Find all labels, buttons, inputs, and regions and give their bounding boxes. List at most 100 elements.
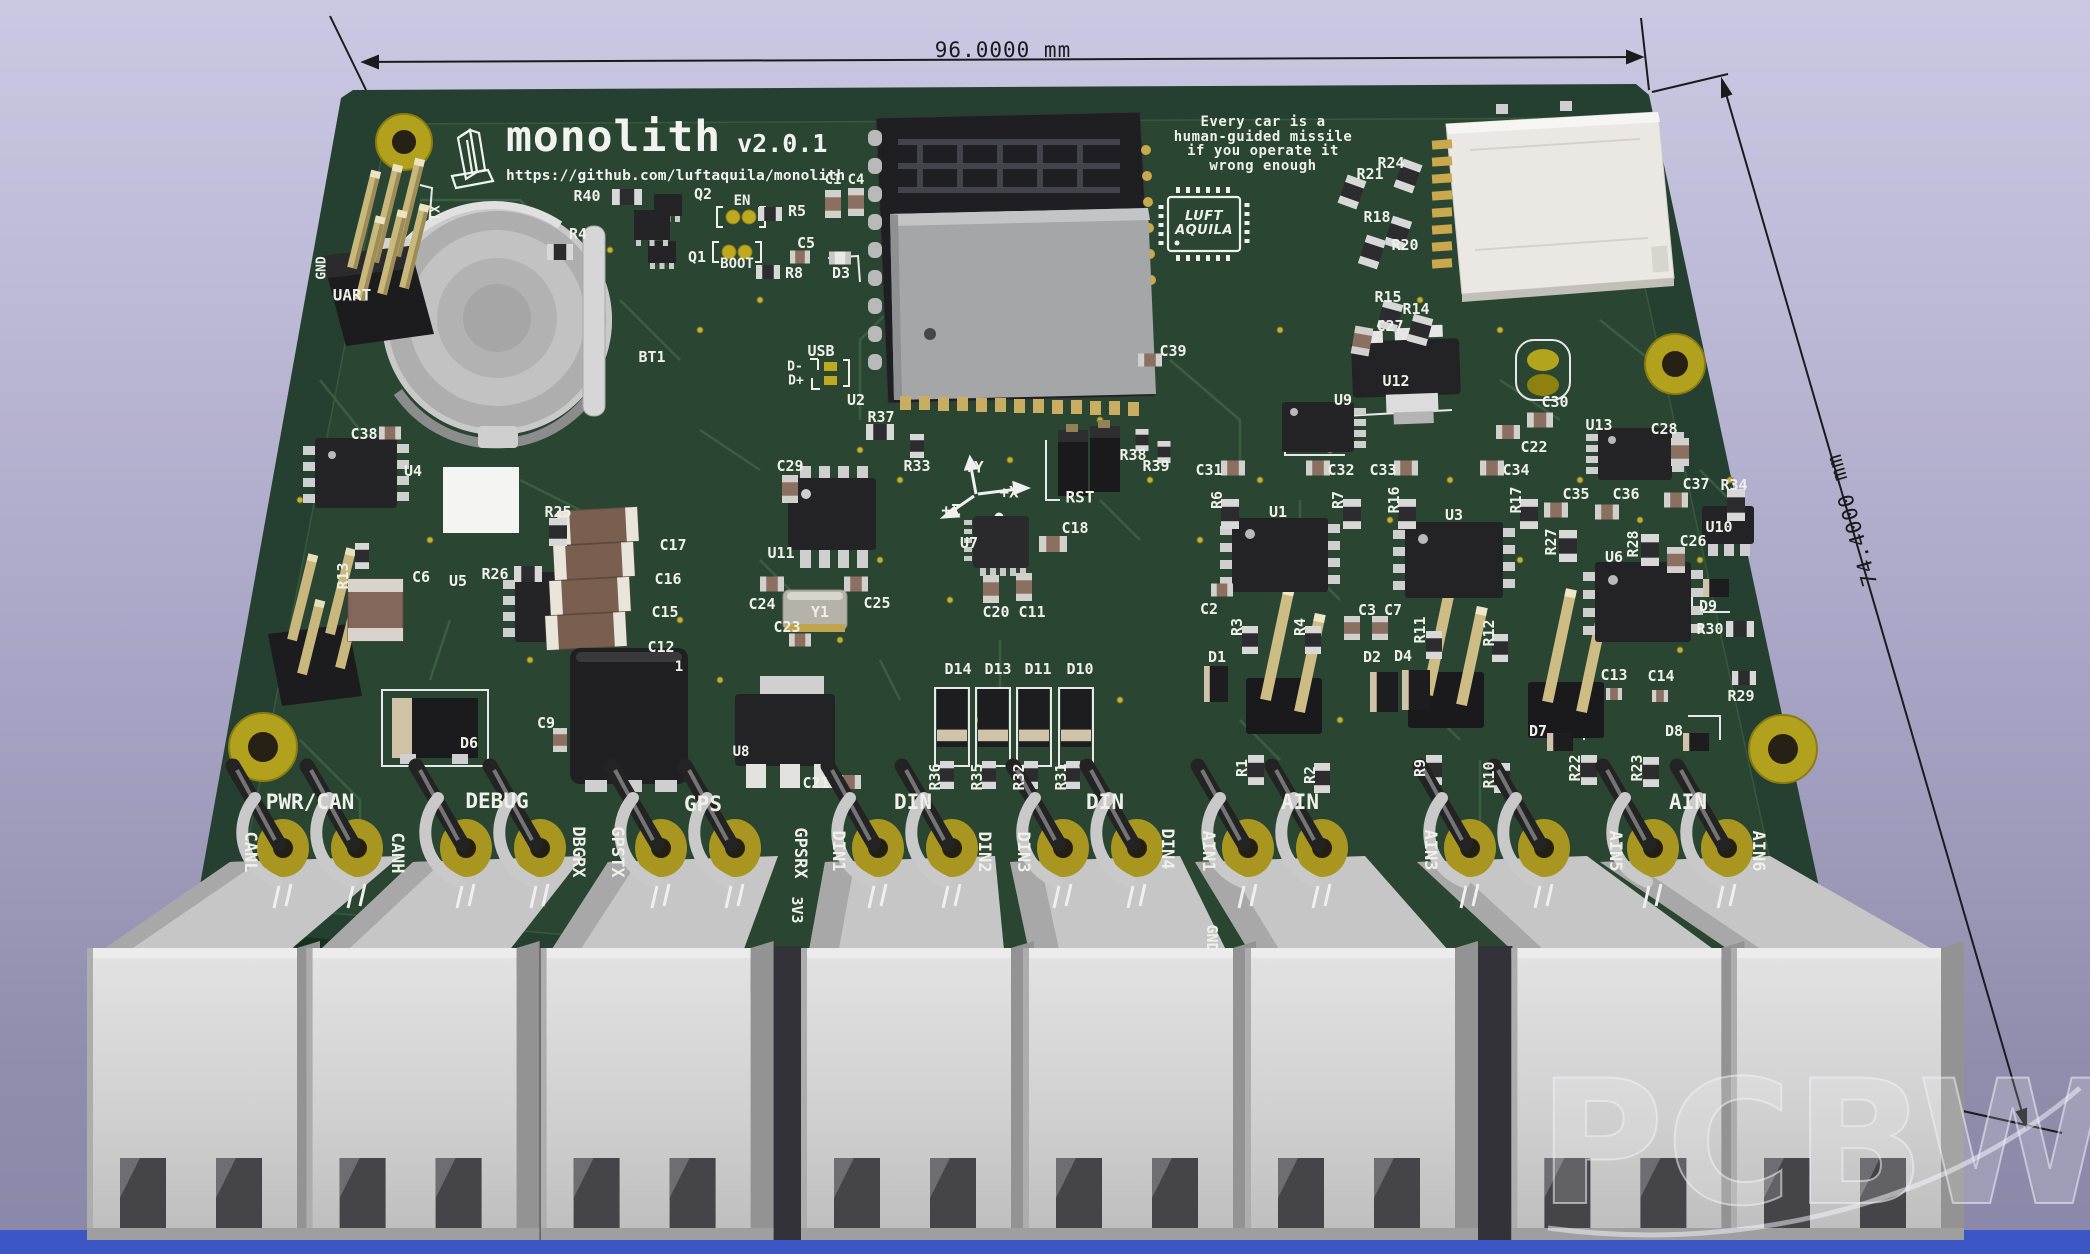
connector-housing <box>87 941 320 1240</box>
component-d <box>1204 666 1228 702</box>
component-r <box>1520 499 1538 529</box>
component-c <box>789 634 811 647</box>
bare-silkscreen-square <box>443 467 519 533</box>
component-r <box>549 518 567 546</box>
mounting-hole <box>1645 334 1705 394</box>
component-r <box>1314 763 1330 793</box>
component-d <box>1547 733 1573 751</box>
title-block: monolith v2.0.1 https://github.com/lufta… <box>506 116 845 184</box>
crystal-y1 <box>783 590 847 632</box>
component-c <box>782 475 798 503</box>
component-c <box>1652 690 1668 702</box>
mounting-hole <box>1749 715 1817 783</box>
component-c <box>790 251 810 264</box>
component-v <box>1019 689 1049 747</box>
board-version: v2.0.1 <box>737 129 827 159</box>
component-q <box>634 210 670 246</box>
component-c <box>1372 616 1388 640</box>
component-r <box>1732 671 1756 685</box>
gold-pad <box>1527 349 1559 371</box>
component-r <box>547 244 573 260</box>
component-r <box>1426 631 1442 659</box>
connector-housing <box>541 941 774 1240</box>
component-r <box>1066 761 1080 789</box>
dimension-width-label: 96.0000 mm <box>935 38 1071 62</box>
component-c <box>553 728 567 752</box>
connector-housing <box>1731 941 1964 1240</box>
component-c <box>1671 438 1689 466</box>
component-c <box>1039 536 1067 552</box>
ic-u9 <box>1282 402 1366 452</box>
regulator-q3 <box>570 648 688 792</box>
bottom-connectors <box>87 766 1964 1240</box>
component-r <box>1343 499 1361 529</box>
connector-housing <box>801 941 1034 1240</box>
ic-u6 <box>1583 562 1703 642</box>
chip-art-line2: AQUILA <box>1175 224 1233 238</box>
component-d <box>1683 733 1709 751</box>
component-c <box>1344 616 1360 640</box>
component-r <box>1158 441 1171 463</box>
component-c <box>1211 584 1233 597</box>
component-v <box>937 689 967 747</box>
component-c <box>848 188 864 216</box>
component-r <box>355 543 369 569</box>
component-c <box>760 577 784 592</box>
component-L <box>829 252 851 265</box>
component-r <box>514 566 542 582</box>
pcb-3d-render-viewport[interactable]: TXGNDUARTR40R4Q2ENQ1BOOTR5C5R8D3C1C4BT1U… <box>0 0 2090 1254</box>
component-r <box>1641 534 1659 566</box>
component-r <box>940 761 954 789</box>
component-c <box>1667 547 1685 573</box>
component-r <box>1398 499 1416 529</box>
component-v <box>978 689 1008 747</box>
component-c <box>1480 461 1504 476</box>
ic-u13 <box>1586 428 1684 480</box>
sd-card-socket <box>1432 101 1674 302</box>
component-r <box>866 424 894 440</box>
component-r <box>1559 530 1577 562</box>
component-c <box>844 577 868 592</box>
connector-housing <box>307 941 540 1240</box>
component-r <box>1305 626 1321 654</box>
component-r <box>1643 757 1659 787</box>
ic-u3 <box>1393 522 1515 598</box>
component-r <box>1727 489 1745 521</box>
esp32-module <box>868 112 1156 416</box>
component-c <box>1527 413 1553 428</box>
component-c <box>1496 425 1520 439</box>
ic-u4 <box>303 438 409 508</box>
component-c <box>1221 461 1245 476</box>
component-c <box>1394 461 1418 476</box>
quote-line: Every car is a <box>1174 115 1353 130</box>
quote-line: human-guided missile <box>1174 130 1353 145</box>
connector-housing <box>1023 941 1256 1240</box>
component-d <box>1703 579 1729 597</box>
component-r <box>910 434 924 458</box>
component-r <box>1248 755 1264 785</box>
component-c <box>379 427 401 440</box>
component-r <box>982 761 996 789</box>
connector-housing <box>1245 941 1478 1240</box>
component-c <box>825 190 841 218</box>
component-r <box>1492 634 1508 662</box>
pcb-3d-scene <box>0 0 2090 1254</box>
quote-line: wrong enough <box>1174 159 1353 174</box>
component-r <box>758 207 782 221</box>
chip-art-line1: LUFT <box>1175 210 1233 224</box>
diode-d6 <box>392 698 478 764</box>
component-c <box>1016 573 1032 601</box>
component-c <box>983 575 999 603</box>
component-c <box>1138 354 1162 367</box>
component-r <box>612 189 642 205</box>
silkscreen-quote: Every car is a human-guided missile if y… <box>1174 115 1353 173</box>
component-c <box>1595 505 1619 520</box>
component-c <box>1664 493 1688 508</box>
component-r <box>1242 626 1258 654</box>
component-c <box>1306 461 1330 476</box>
component-r <box>1581 755 1597 785</box>
gold-pad <box>1527 374 1559 396</box>
component-c <box>1544 503 1568 518</box>
board-url: https://github.com/luftaquila/monolith <box>506 168 845 184</box>
board-title: monolith <box>506 116 721 159</box>
